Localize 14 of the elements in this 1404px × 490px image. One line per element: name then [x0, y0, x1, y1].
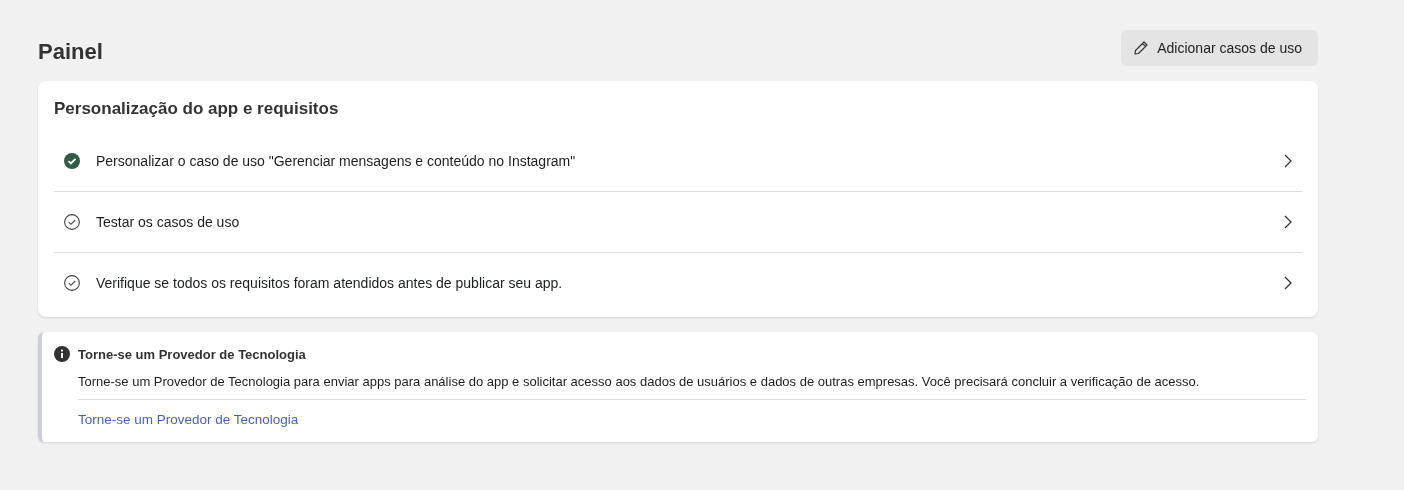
chevron-right-icon — [1284, 276, 1292, 290]
notice-text: Torne-se um Provedor de Tecnologia para enviar apps para análise do app e solicitar acesso aos dados de usuários e dados de outras empresas. Você precisará concluir a verificação de acesso. — [78, 374, 1201, 389]
chevron-right-icon — [1284, 154, 1292, 168]
provider-link[interactable]: Torne-se um Provedor de Tecnologia — [78, 412, 299, 427]
add-use-cases-button[interactable]: Adicionar casos de uso — [1121, 30, 1318, 66]
card-title: Personalização do app e requisitos — [54, 99, 340, 119]
chevron-right-icon — [1284, 215, 1292, 229]
requirement-item[interactable]: Verifique se todos os requisitos foram atendidos antes de publicar seu app. — [54, 253, 1302, 313]
requirement-item[interactable]: Personalizar o caso de uso "Gerenciar mensagens e conteúdo no Instagram" — [54, 131, 1302, 192]
notice-title: Torne-se um Provedor de Tecnologia — [78, 346, 306, 362]
page-title: Painel — [38, 39, 103, 65]
info-icon — [54, 346, 70, 362]
requirement-item[interactable]: Testar os casos de uso — [54, 192, 1302, 253]
pencil-icon — [1133, 40, 1150, 56]
